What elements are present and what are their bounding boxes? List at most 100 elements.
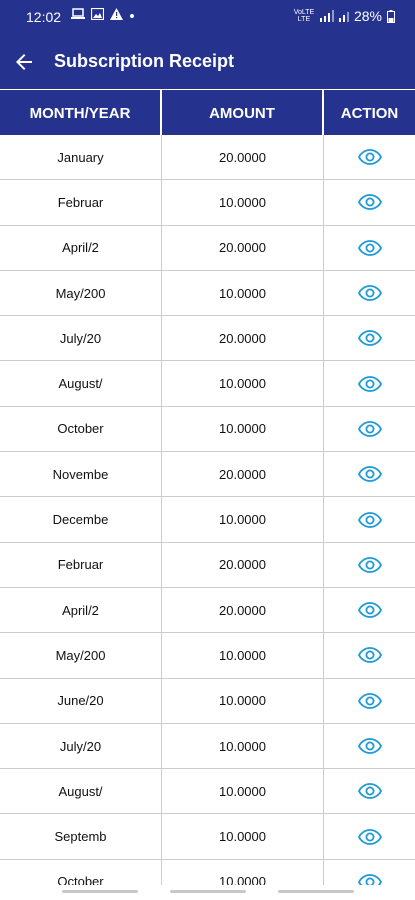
eye-icon [357, 285, 382, 301]
table-row: May/200 10.0000 [0, 270, 415, 317]
amount-cell: 10.0000 [162, 633, 324, 678]
table-row: July/20 10.0000 [0, 723, 415, 770]
table-row: August/10.0000 [0, 361, 415, 407]
table-row: June/20 10.0000 [0, 678, 415, 724]
eye-icon [357, 421, 382, 437]
eye-icon [357, 602, 382, 619]
eye-icon [357, 647, 382, 664]
amount-cell: 20.0000 [162, 225, 324, 270]
amount-cell: 10.0000 [162, 678, 324, 723]
view-receipt-button[interactable] [324, 407, 415, 451]
eye-icon [357, 239, 382, 256]
amount-cell: 10.0000 [162, 723, 324, 769]
header-action: ACTION [340, 104, 399, 122]
amount-cell: 20.0000 [162, 316, 324, 361]
nav-recents-handle[interactable] [62, 890, 138, 893]
laptop-icon [71, 8, 85, 19]
dot-icon [130, 14, 134, 18]
month-cell: July/20 [0, 316, 162, 361]
table-row: Decembe 10.0000 [0, 497, 415, 543]
amount-cell: 10.0000 [162, 406, 324, 452]
eye-icon [357, 466, 382, 483]
amount-cell: 10.0000 [162, 814, 324, 859]
month-cell: January [0, 135, 162, 180]
eye-icon [357, 738, 382, 754]
eye-icon [357, 149, 382, 166]
eye-icon [357, 556, 382, 573]
eye-icon [357, 375, 382, 392]
table-body[interactable]: January 20.0000 Februar 10.0000 April/2 20.… [0, 135, 415, 900]
battery-icon [387, 9, 395, 23]
table-row: August/10.0000 [0, 769, 415, 815]
amount-cell: 20.0000 [162, 587, 324, 633]
month-cell: April/2 [0, 587, 162, 633]
warning-icon [110, 8, 123, 20]
header-amount: AMOUNT [162, 90, 324, 136]
eye-icon [357, 692, 382, 709]
view-receipt-button[interactable] [324, 724, 415, 768]
amount-cell: 10.0000 [162, 270, 324, 316]
month-cell: August/ [0, 361, 162, 406]
notification-icons [71, 8, 135, 20]
table-row: October 10.0000 [0, 406, 415, 453]
month-cell: May/200 [0, 633, 162, 678]
amount-cell: 20.0000 [162, 135, 324, 180]
month-cell: Februar [0, 542, 162, 587]
app-bar: Subscription Receipt [0, 36, 415, 89]
eye-icon [357, 783, 382, 800]
eye-icon [357, 194, 382, 211]
table-row: July/20 20.0000 [0, 316, 415, 362]
system-indicators: VoLTE LTE 28% [293, 8, 395, 24]
amount-cell: 20.0000 [162, 542, 324, 587]
status-bar: 12:02 VoLTE LTE 28% [0, 0, 415, 36]
table-row: Septemb 10.0000 [0, 814, 415, 860]
month-cell: Decembe [0, 497, 162, 542]
view-receipt-button[interactable] [324, 226, 415, 270]
table-row: April/2 20.0000 [0, 587, 415, 634]
amount-cell: 20.0000 [162, 452, 324, 497]
status-time: 12:02 [26, 9, 62, 25]
month-cell: Septemb [0, 814, 162, 859]
battery-percent: 28% [353, 8, 382, 24]
system-nav-bar [0, 885, 415, 900]
table-row: Novembe 20.0000 [0, 452, 415, 498]
amount-cell: 10.0000 [162, 180, 324, 225]
view-receipt-button[interactable] [324, 769, 415, 813]
view-receipt-button[interactable] [324, 316, 415, 360]
view-receipt-button[interactable] [324, 814, 415, 858]
back-button[interactable] [12, 50, 36, 74]
view-receipt-button[interactable] [324, 497, 415, 541]
signal-icon-2 [338, 12, 349, 22]
arrow-left-icon [16, 54, 32, 70]
page-title: Subscription Receipt [54, 51, 235, 71]
table-row: May/200 10.0000 [0, 633, 415, 679]
amount-cell: 10.0000 [162, 769, 324, 814]
amount-cell: 10.0000 [162, 361, 324, 406]
view-receipt-button[interactable] [324, 633, 415, 677]
eye-icon [357, 330, 382, 347]
table-row: April/2 20.0000 [0, 225, 415, 271]
signal-icon [319, 10, 334, 22]
view-receipt-button[interactable] [324, 588, 415, 632]
table-row: Februar 20.0000 [0, 542, 415, 588]
view-receipt-button[interactable] [324, 679, 415, 723]
header-month-year: MONTH/YEAR [0, 90, 162, 136]
view-receipt-button[interactable] [324, 271, 415, 315]
eye-icon [357, 828, 382, 845]
month-cell: May/200 [0, 270, 162, 316]
view-receipt-button[interactable] [324, 543, 415, 587]
view-receipt-button[interactable] [324, 180, 415, 224]
month-cell: July/20 [0, 723, 162, 769]
month-cell: Novembe [0, 452, 162, 497]
month-cell: April/2 [0, 225, 162, 270]
nav-back-handle[interactable] [278, 890, 354, 893]
table-row: Februar 10.0000 [0, 180, 415, 226]
month-cell: Februar [0, 180, 162, 225]
view-receipt-button[interactable] [324, 452, 415, 496]
nav-home-handle[interactable] [170, 890, 246, 893]
eye-icon [357, 511, 382, 528]
month-cell: October [0, 406, 162, 452]
month-cell: August/ [0, 769, 162, 814]
view-receipt-button[interactable] [324, 361, 415, 405]
view-receipt-button[interactable] [324, 135, 415, 179]
